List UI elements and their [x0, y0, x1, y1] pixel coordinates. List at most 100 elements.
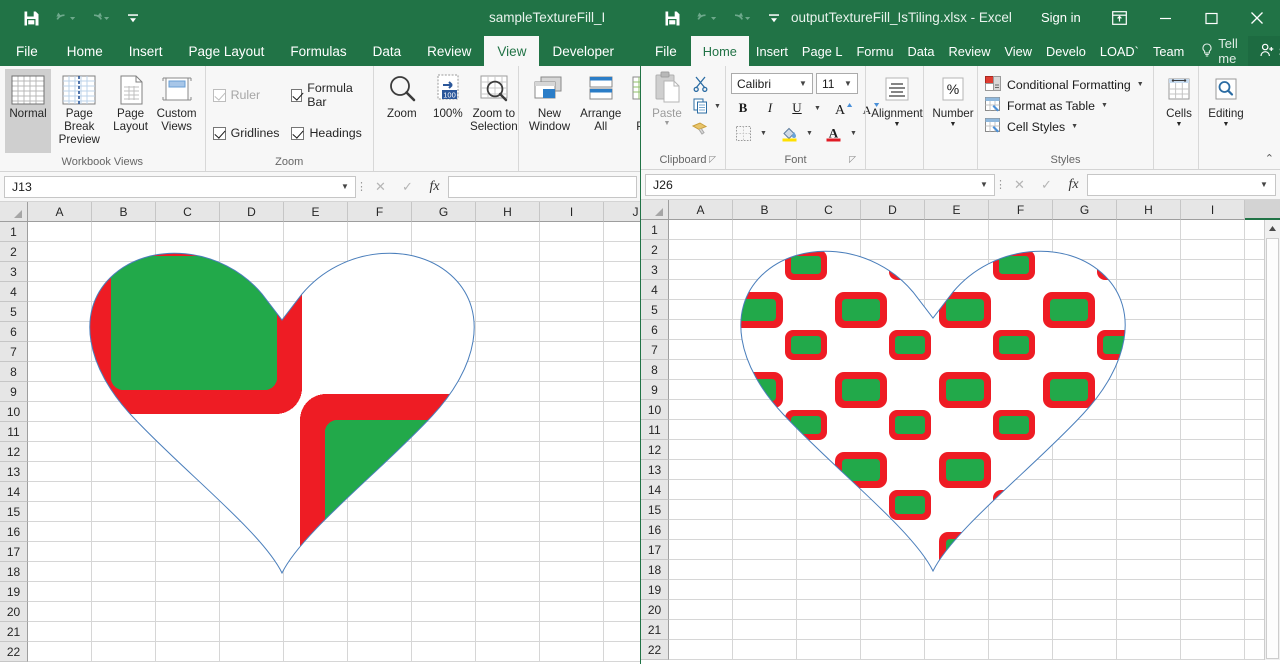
column-header-c[interactable]: C — [156, 202, 220, 222]
column-header-e[interactable]: E — [925, 200, 989, 220]
enter-icon[interactable]: ✓ — [1033, 174, 1060, 196]
row-header-9[interactable]: 9 — [641, 380, 669, 400]
row-header-14[interactable]: 14 — [641, 480, 669, 500]
column-header-e[interactable]: E — [284, 202, 348, 222]
scroll-up-icon[interactable] — [1265, 220, 1280, 237]
paste-button[interactable]: Paste ▼ — [646, 69, 688, 151]
select-all-corner-right[interactable] — [641, 200, 669, 220]
tab-team[interactable]: Team — [1146, 36, 1191, 66]
expand-formula-bar-icon[interactable]: ▼ — [1257, 180, 1271, 189]
worksheet-grid-right[interactable]: A B C D E F G H I 1234567891011121314151… — [641, 200, 1280, 660]
borders-dropdown-icon[interactable]: ▼ — [758, 130, 769, 137]
font-family-combo[interactable]: Calibri ▼ — [731, 73, 813, 94]
row-header-22[interactable]: 22 — [641, 640, 669, 660]
chevron-down-icon[interactable]: ▼ — [841, 79, 855, 88]
row-header-7[interactable]: 7 — [0, 342, 28, 362]
page-layout-button[interactable]: Page Layout — [108, 69, 154, 153]
tab-formulas[interactable]: Formulas — [277, 36, 359, 66]
row-header-10[interactable]: 10 — [641, 400, 669, 420]
chevron-down-icon[interactable]: ▼ — [976, 180, 992, 189]
tab-home[interactable]: Home — [691, 36, 749, 66]
chevron-down-icon[interactable]: ▼ — [796, 79, 810, 88]
row-header-10[interactable]: 10 — [0, 402, 28, 422]
row-header-21[interactable]: 21 — [641, 620, 669, 640]
font-color-button[interactable]: A — [821, 122, 845, 144]
tab-page-layout[interactable]: Page Layout — [176, 36, 278, 66]
arrange-all-button[interactable]: Arrange All — [575, 69, 626, 153]
grow-font-button[interactable]: A — [831, 97, 855, 119]
underline-button[interactable]: U — [785, 97, 809, 119]
chevron-down-icon[interactable]: ▼ — [950, 120, 957, 129]
row-header-1[interactable]: 1 — [0, 222, 28, 242]
column-header-f[interactable]: F — [989, 200, 1053, 220]
borders-button[interactable] — [731, 122, 755, 144]
name-box-left[interactable]: J13 ▼ — [4, 176, 356, 198]
collapse-ribbon-icon[interactable]: ⌃ — [1265, 152, 1274, 165]
row-header-20[interactable]: 20 — [641, 600, 669, 620]
tab-loadtest[interactable]: LOA — [627, 36, 641, 66]
share-button[interactable]: Share — [1248, 36, 1280, 66]
column-header-j-partial[interactable] — [1245, 200, 1280, 220]
conditional-formatting-item[interactable]: Conditional Formatting ▼ — [983, 74, 1146, 95]
row-header-1[interactable]: 1 — [641, 220, 669, 240]
row-header-13[interactable]: 13 — [641, 460, 669, 480]
scrollbar-thumb[interactable] — [1266, 238, 1279, 659]
row-header-7[interactable]: 7 — [641, 340, 669, 360]
row-header-5[interactable]: 5 — [641, 300, 669, 320]
row-header-18[interactable]: 18 — [0, 562, 28, 582]
row-header-12[interactable]: 12 — [0, 442, 28, 462]
column-header-h[interactable]: H — [476, 202, 540, 222]
normal-view-button[interactable]: Normal — [5, 69, 51, 153]
fill-color-button[interactable] — [777, 122, 801, 144]
font-color-dropdown-icon[interactable]: ▼ — [848, 130, 859, 137]
enter-icon[interactable]: ✓ — [394, 176, 421, 198]
row-header-18[interactable]: 18 — [641, 560, 669, 580]
bold-button[interactable]: B — [731, 97, 755, 119]
minimize-icon[interactable] — [1142, 0, 1188, 36]
undo-icon[interactable] — [48, 3, 82, 33]
dialog-launcher-icon[interactable]: ◸ — [709, 152, 716, 167]
tab-insert[interactable]: Insert — [116, 36, 176, 66]
tab-data[interactable]: Data — [360, 36, 415, 66]
redo-icon[interactable] — [723, 3, 757, 33]
tell-me-box[interactable]: Tell me — [1191, 36, 1248, 66]
maximize-icon[interactable] — [1188, 0, 1234, 36]
new-window-button[interactable]: New Window — [524, 69, 575, 153]
column-header-d[interactable]: D — [220, 202, 284, 222]
row-header-8[interactable]: 8 — [0, 362, 28, 382]
insert-function-icon[interactable]: fx — [421, 176, 448, 198]
undo-icon[interactable] — [689, 3, 723, 33]
row-header-13[interactable]: 13 — [0, 462, 28, 482]
copy-dropdown-icon[interactable]: ▼ — [712, 103, 723, 110]
heart-shape-stretched-texture[interactable] — [62, 202, 502, 582]
column-header-g[interactable]: G — [412, 202, 476, 222]
tab-view[interactable]: View — [484, 36, 539, 66]
checkbox-ruler[interactable]: Ruler — [211, 83, 286, 107]
italic-button[interactable]: I — [758, 97, 782, 119]
row-header-2[interactable]: 2 — [641, 240, 669, 260]
tab-home[interactable]: Home — [54, 36, 116, 66]
formula-input-left[interactable] — [448, 176, 637, 198]
row-header-19[interactable]: 19 — [0, 582, 28, 602]
column-header-c[interactable]: C — [797, 200, 861, 220]
dialog-launcher-icon[interactable]: ◸ — [849, 152, 856, 167]
column-header-j[interactable]: J — [604, 202, 641, 222]
row-header-9[interactable]: 9 — [0, 382, 28, 402]
tab-data[interactable]: Data — [900, 36, 941, 66]
column-header-a[interactable]: A — [28, 202, 92, 222]
formula-input-right[interactable]: ▼ — [1087, 174, 1276, 196]
chevron-down-icon[interactable]: ▼ — [894, 120, 901, 129]
sign-in-button[interactable]: Sign in — [1041, 0, 1081, 36]
worksheet-grid-left[interactable]: A B C D E F G H I J 12345678910111213141… — [0, 202, 641, 662]
row-header-2[interactable]: 2 — [0, 242, 28, 262]
row-header-19[interactable]: 19 — [641, 580, 669, 600]
chevron-down-icon[interactable]: ▼ — [1137, 81, 1144, 88]
fill-color-dropdown-icon[interactable]: ▼ — [804, 130, 815, 137]
freeze-panes-button[interactable]: F Pa — [626, 69, 641, 153]
number-button[interactable]: % Number ▼ — [929, 69, 977, 151]
row-header-14[interactable]: 14 — [0, 482, 28, 502]
format-painter-button[interactable] — [688, 117, 712, 139]
row-header-4[interactable]: 4 — [0, 282, 28, 302]
cancel-icon[interactable]: ✕ — [367, 176, 394, 198]
chevron-down-icon[interactable]: ▼ — [1176, 120, 1183, 129]
